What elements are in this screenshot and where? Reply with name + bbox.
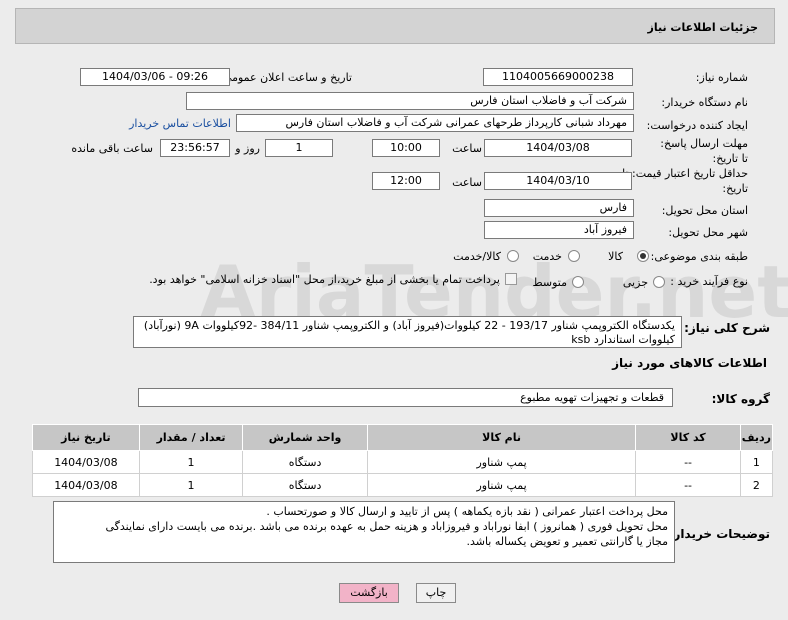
cell-qty: 1 xyxy=(138,450,244,474)
cat-service-label: خدمت xyxy=(532,250,562,263)
need-number-label: شماره نیاز: xyxy=(695,71,748,84)
notes-line: محل تحویل فوری ( همانروز ) ابفا نوراباد … xyxy=(105,520,668,533)
payment-note: پرداخت تمام یا بخشی از مبلغ خرید،از محل … xyxy=(149,273,500,286)
col-code: کد کالا xyxy=(635,424,741,451)
cell-date: 1404/03/08 xyxy=(32,473,140,497)
deadline-time-label: ساعت xyxy=(452,142,482,155)
cell-unit: دستگاه xyxy=(242,473,368,497)
cat-goods-radio[interactable] xyxy=(637,250,649,262)
cell-name: پمپ شناور xyxy=(366,450,637,474)
cat-goods-label: کالا xyxy=(608,250,623,263)
cell-name: پمپ شناور xyxy=(366,473,637,497)
print-button[interactable]: چاپ xyxy=(416,583,456,603)
price-time-field: 12:00 xyxy=(372,172,440,190)
creator-field: مهرداد شبانی کارپرداز طرحهای عمرانی شرکت… xyxy=(236,114,634,132)
buyer-label: نام دستگاه خریدار: xyxy=(661,96,748,109)
process-label: نوع فرآیند خرید : xyxy=(670,275,748,288)
city-field: فیروز آباد xyxy=(484,221,634,239)
proc-partial-radio[interactable] xyxy=(653,276,665,288)
province-field: فارس xyxy=(484,199,634,217)
cell-row: 2 xyxy=(739,473,774,497)
announce-datetime-field: 1404/03/06 - 09:26 xyxy=(80,68,230,86)
description-label: شرح کلی نیاز: xyxy=(684,321,770,335)
days-label: روز و xyxy=(235,142,260,155)
need-number-field: 1104005669000238 xyxy=(483,68,633,86)
cat-goods-service-label: کالا/خدمت xyxy=(453,250,501,263)
deadline-time-field: 10:00 xyxy=(372,139,440,157)
contact-buyer-link[interactable]: اطلاعات تماس خریدار xyxy=(129,117,231,130)
header-panel: جزئیات اطلاعات نیاز xyxy=(15,8,775,44)
cell-row: 1 xyxy=(739,450,774,474)
remaining-label: ساعت باقی مانده xyxy=(71,142,153,155)
deadline-date-field: 1404/03/08 xyxy=(484,139,632,157)
creator-label: ایجاد کننده درخواست: xyxy=(646,119,748,132)
cell-qty: 1 xyxy=(138,473,244,497)
goods-section-title: اطلاعات کالاهای مورد نیاز xyxy=(612,356,767,370)
page-title: جزئیات اطلاعات نیاز xyxy=(647,21,759,34)
goods-group-label: گروه کالا: xyxy=(711,392,770,406)
price-time-label: ساعت xyxy=(452,176,482,189)
table-row: 2 -- پمپ شناور دستگاه 1 1404/03/08 xyxy=(32,473,774,497)
goods-group-field: قطعات و تجهیزات تهویه مطبوع xyxy=(138,388,673,407)
province-label: استان محل تحویل: xyxy=(661,204,748,217)
deadline-label: مهلت ارسال پاسخ: تا تاریخ: xyxy=(660,137,748,165)
notes-line: محل پرداخت اعتبار عمرانی ( نقد بازه یکما… xyxy=(266,505,668,518)
col-row: ردیف xyxy=(739,424,774,451)
goods-table-header: ردیف کد کالا نام کالا واحد شمارش تعداد /… xyxy=(32,424,774,451)
col-name: نام کالا xyxy=(366,424,637,451)
remaining-time-field: 23:56:57 xyxy=(160,139,230,157)
treasury-checkbox[interactable] xyxy=(505,273,517,285)
buyer-field: شرکت آب و فاضلاب استان فارس xyxy=(186,92,634,110)
cell-code: -- xyxy=(635,473,741,497)
days-field: 1 xyxy=(265,139,333,157)
announce-label: تاریخ و ساعت اعلان عمومی: xyxy=(219,71,352,84)
col-unit: واحد شمارش xyxy=(242,424,368,451)
cell-unit: دستگاه xyxy=(242,450,368,474)
proc-medium-radio[interactable] xyxy=(572,276,584,288)
col-date: تاریخ نیاز xyxy=(32,424,140,451)
cat-service-radio[interactable] xyxy=(568,250,580,262)
notes-label: توضیحات خریدار: xyxy=(668,527,770,541)
city-label: شهر محل تحویل: xyxy=(668,226,748,239)
cell-code: -- xyxy=(635,450,741,474)
notes-text[interactable]: محل پرداخت اعتبار عمرانی ( نقد بازه یکما… xyxy=(53,501,675,563)
description-text[interactable]: یکدستگاه الکتروپمپ شناور 193/17 - 22 کیل… xyxy=(133,316,682,348)
price-date-field: 1404/03/10 xyxy=(484,172,632,190)
price-validity-label: حداقل تاریخ اعتبار قیمت: تا تاریخ: xyxy=(622,167,748,195)
table-row: 1 -- پمپ شناور دستگاه 1 1404/03/08 xyxy=(32,450,774,474)
notes-line: مجاز یا گارانتی تعمیر و تعویض یکساله باش… xyxy=(466,535,668,548)
cat-goods-service-radio[interactable] xyxy=(507,250,519,262)
goods-table: ردیف کد کالا نام کالا واحد شمارش تعداد /… xyxy=(32,424,774,497)
back-button[interactable]: بازگشت xyxy=(339,583,399,603)
proc-partial-label: جزیی xyxy=(622,276,648,289)
col-qty: تعداد / مقدار xyxy=(138,424,244,451)
proc-medium-label: متوسط xyxy=(532,276,567,289)
category-label: طبقه بندی موضوعی: xyxy=(650,250,748,263)
cell-date: 1404/03/08 xyxy=(32,450,140,474)
